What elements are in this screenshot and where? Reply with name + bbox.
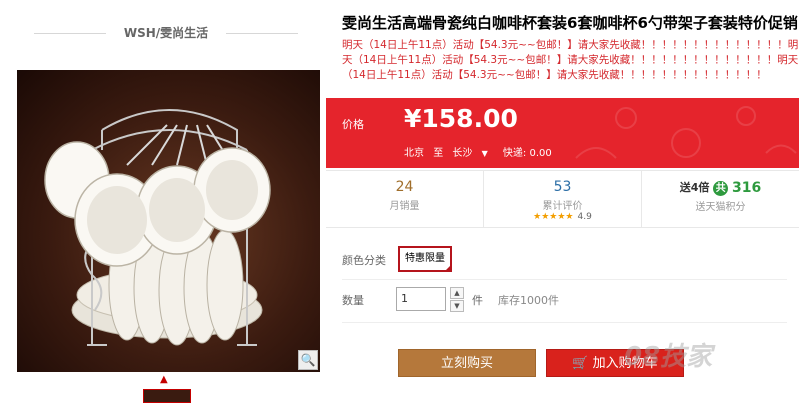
product-subtitle: 明天（14日上午11点）活动【54.3元~~包邮！】请大家先收藏！！！！！！！！… bbox=[342, 39, 799, 81]
reviews[interactable]: 53 累计评价 ★★★★★ 4.9 bbox=[483, 171, 641, 227]
qty-label: 数量 bbox=[342, 294, 364, 307]
monthly-sales-value: 24 bbox=[395, 179, 414, 195]
divider bbox=[342, 322, 787, 323]
quantity-input[interactable]: 1 bbox=[396, 287, 446, 311]
chevron-down-icon: ▼ bbox=[481, 149, 488, 158]
ship-from: 北京 bbox=[404, 148, 424, 159]
monthly-sales: 24 月销量 bbox=[326, 171, 483, 227]
divider bbox=[226, 33, 298, 34]
reviews-value[interactable]: 53 bbox=[484, 179, 641, 195]
watermark: 08技家 bbox=[624, 342, 713, 372]
thumbnail-image[interactable] bbox=[143, 389, 191, 403]
shipping-info: 北京 至 长沙 ▼ 快递: 0.00 bbox=[404, 144, 558, 159]
qty-decrease-button[interactable]: ▼ bbox=[450, 300, 464, 312]
variant-label: 特惠限量 bbox=[405, 253, 445, 264]
divider bbox=[342, 279, 787, 280]
product-info: 雯尚生活高端骨瓷纯白咖啡杯套装6套咖啡杯6勺带架子套装特价促销 明天（14日上午… bbox=[326, 0, 799, 403]
ship-express: 快递: 0.00 bbox=[502, 148, 552, 159]
chevron-up-icon[interactable]: ▲ bbox=[160, 374, 168, 385]
divider bbox=[34, 33, 106, 34]
cup-set-illustration bbox=[44, 109, 271, 346]
points-line: 送4倍 共 316 bbox=[642, 179, 799, 196]
points-value: 316 bbox=[732, 180, 762, 196]
stock-info: 库存1000件 bbox=[498, 294, 559, 307]
points: 送4倍 共 316 送天猫积分 bbox=[641, 171, 799, 227]
color-label: 颜色分类 bbox=[342, 254, 386, 267]
ship-to-select[interactable]: 长沙 ▼ bbox=[452, 148, 493, 159]
star-icon: ★★★★★ bbox=[533, 212, 574, 222]
stats-bar: 24 月销量 53 累计评价 ★★★★★ 4.9 送4倍 共 316 送天猫积分 bbox=[326, 170, 799, 228]
product-main-image[interactable]: 🔍 bbox=[17, 70, 320, 372]
decorative-pattern bbox=[575, 106, 797, 159]
points-prefix: 送4倍 bbox=[679, 181, 710, 194]
product-gallery: WSH/雯尚生活 🔍 ▲ bbox=[0, 0, 322, 403]
zoom-icon[interactable]: 🔍 bbox=[298, 350, 318, 370]
variant-option-selected[interactable]: 特惠限量 bbox=[398, 246, 452, 272]
shop-header: WSH/雯尚生活 bbox=[34, 18, 298, 48]
cart-icon: 🛒 bbox=[572, 356, 589, 371]
qty-unit: 件 bbox=[472, 294, 483, 307]
product-title: 雯尚生活高端骨瓷纯白咖啡杯套装6套咖啡杯6勺带架子套装特价促销 bbox=[342, 14, 798, 32]
buy-now-button[interactable]: 立刻购买 bbox=[398, 349, 536, 377]
points-label: 送天猫积分 bbox=[695, 202, 746, 213]
check-icon bbox=[444, 264, 452, 272]
reviews-label: 累计评价 bbox=[542, 201, 583, 212]
price-value: ¥158.00 bbox=[404, 104, 518, 133]
price-panel: 价格 ¥158.00 北京 至 长沙 ▼ 快递: 0.00 bbox=[326, 98, 799, 168]
rating-score: 4.9 bbox=[577, 212, 592, 222]
price-label: 价格 bbox=[342, 118, 364, 131]
rating-stars: ★★★★★ 4.9 bbox=[484, 212, 641, 222]
ship-to-value: 长沙 bbox=[452, 148, 473, 159]
monthly-sales-label: 月销量 bbox=[389, 201, 420, 212]
shop-name[interactable]: WSH/雯尚生活 bbox=[106, 24, 226, 41]
qty-increase-button[interactable]: ▲ bbox=[450, 287, 464, 299]
points-badge: 共 bbox=[713, 180, 729, 196]
ship-to-label: 至 bbox=[433, 148, 444, 159]
